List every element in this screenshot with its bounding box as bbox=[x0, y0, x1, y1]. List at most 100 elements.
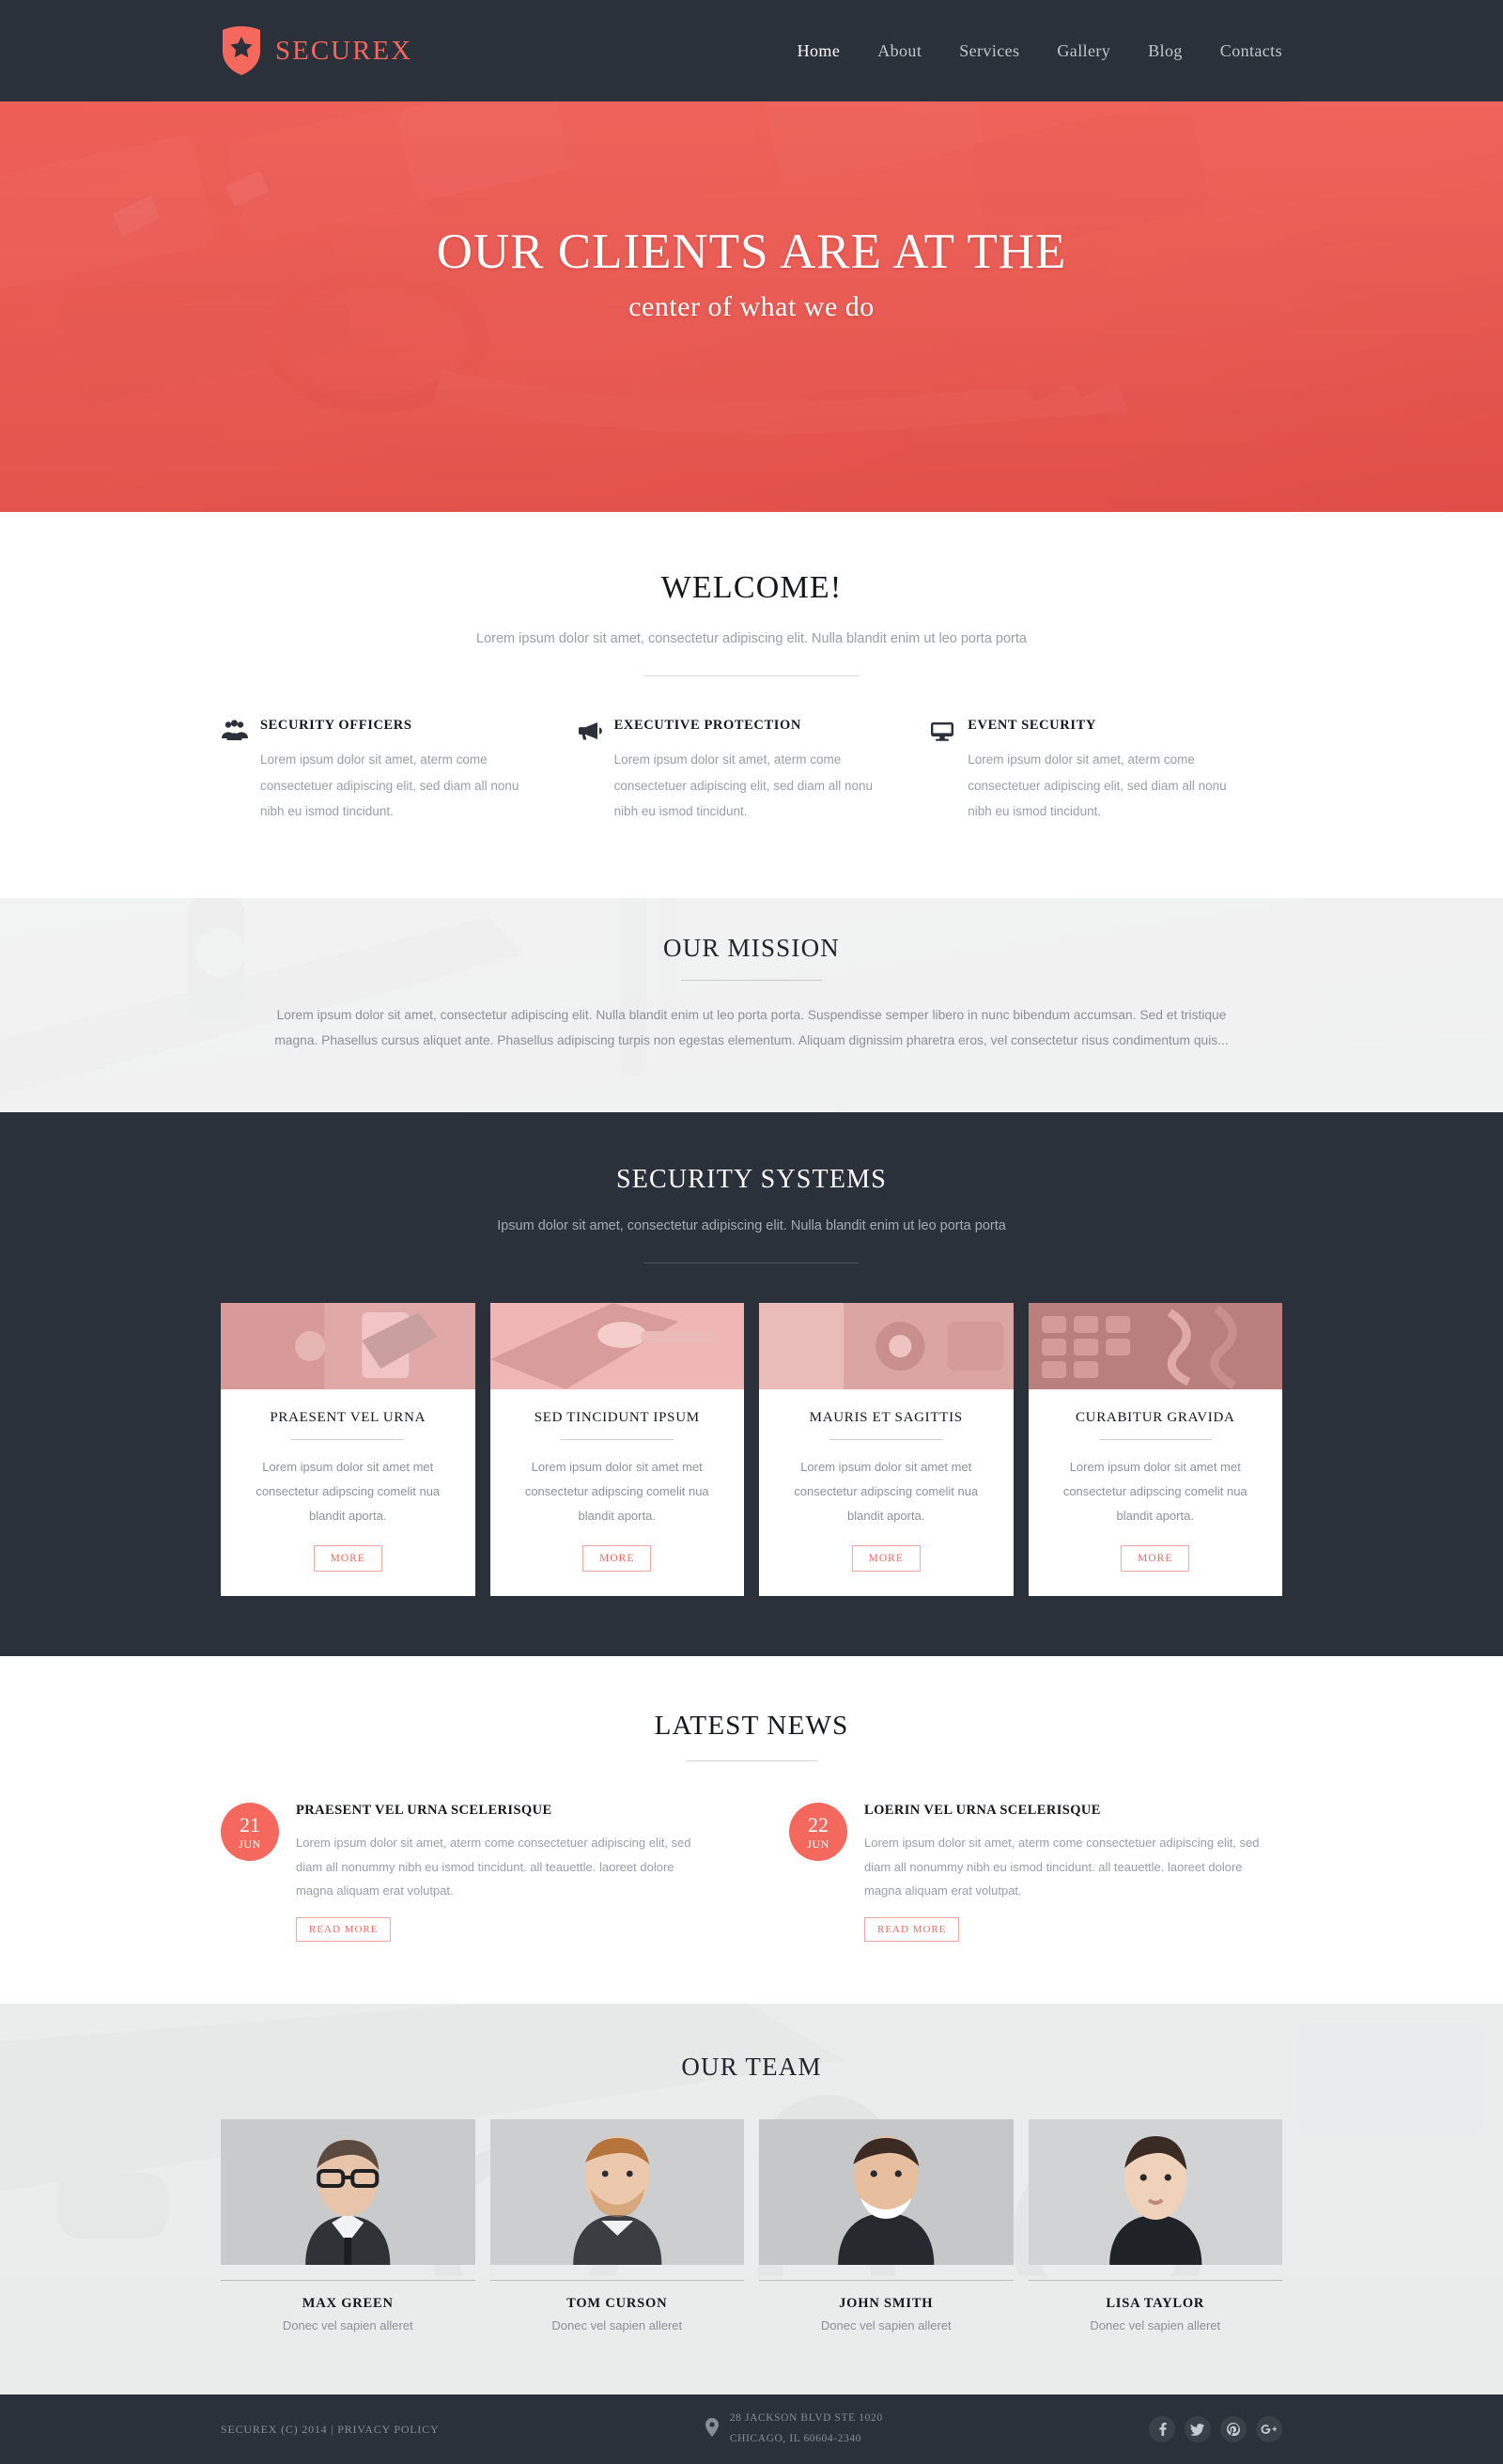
member-divider bbox=[1028, 2280, 1282, 2282]
twitter-icon[interactable] bbox=[1184, 2416, 1211, 2443]
card-text: Lorem ipsum dolor sit amet met consectet… bbox=[1062, 1460, 1247, 1524]
news-excerpt: Lorem ipsum dolor sit amet, aterm come c… bbox=[296, 1836, 691, 1898]
main-navigation: Home About Services Gallery Blog Contact… bbox=[798, 41, 1282, 61]
read-more-button[interactable]: READ MORE bbox=[864, 1917, 960, 1943]
system-card[interactable]: PRAESENT VEL URNA Lorem ipsum dolor sit … bbox=[221, 1303, 475, 1597]
card-thumbnail bbox=[489, 1303, 744, 1390]
member-photo bbox=[759, 2119, 1014, 2266]
nav-item-contacts[interactable]: Contacts bbox=[1220, 41, 1282, 61]
address-line-2: CHICAGO, IL 60604-2340 bbox=[729, 2433, 862, 2445]
news-title: LATEST NEWS bbox=[654, 1711, 849, 1742]
news-day: 21 bbox=[240, 1812, 260, 1836]
card-text: Lorem ipsum dolor sit amet met consectet… bbox=[256, 1460, 441, 1524]
card-title: PRAESENT VEL URNA bbox=[270, 1410, 426, 1426]
address-line-1: 28 JACKSON BLVD STE 1020 bbox=[729, 2412, 883, 2425]
team-grid: MAX GREEN Donec vel sapien alleret TOM C… bbox=[221, 2119, 1282, 2332]
member-photo bbox=[221, 2119, 475, 2266]
news-day: 22 bbox=[808, 1812, 829, 1836]
member-divider bbox=[489, 2280, 744, 2282]
monitor-icon bbox=[928, 718, 968, 825]
more-button[interactable]: MORE bbox=[1121, 1545, 1190, 1573]
news-excerpt: Lorem ipsum dolor sit amet, aterm come c… bbox=[864, 1836, 1260, 1898]
more-button[interactable]: MORE bbox=[582, 1545, 652, 1573]
card-thumbnail bbox=[1028, 1303, 1282, 1390]
news-date-badge: 21 JUN bbox=[221, 1803, 279, 1862]
member-photo bbox=[1028, 2119, 1282, 2266]
nav-item-home[interactable]: Home bbox=[798, 41, 841, 61]
feature-title: SECURITY OFFICERS bbox=[260, 718, 412, 734]
team-member: LISA TAYLOR Donec vel sapien alleret bbox=[1028, 2119, 1282, 2333]
member-divider bbox=[221, 2280, 475, 2282]
member-divider bbox=[759, 2280, 1014, 2282]
megaphone-icon bbox=[575, 718, 614, 825]
logo-text: SECUREX bbox=[275, 35, 413, 66]
mission-divider bbox=[681, 980, 822, 982]
mission-title: OUR MISSION bbox=[663, 934, 840, 963]
news-month: JUN bbox=[807, 1836, 829, 1851]
card-title: MAURIS ET SAGITTIS bbox=[809, 1410, 963, 1426]
feature-text: Lorem ipsum dolor sit amet, aterm come c… bbox=[613, 752, 874, 819]
card-thumbnail bbox=[221, 1303, 475, 1390]
googleplus-icon[interactable] bbox=[1255, 2416, 1282, 2443]
member-name: JOHN SMITH bbox=[839, 2296, 934, 2312]
news-headline[interactable]: PRAESENT VEL URNA SCELERISQUE bbox=[296, 1803, 714, 1819]
our-team-section: OUR TEAM MAX GREEN Donec vel sapien alle… bbox=[0, 2004, 1503, 2395]
member-role: Donec vel sapien alleret bbox=[282, 2318, 413, 2333]
member-role: Donec vel sapien alleret bbox=[551, 2318, 683, 2333]
team-member: MAX GREEN Donec vel sapien alleret bbox=[221, 2119, 475, 2332]
more-button[interactable]: MORE bbox=[851, 1545, 921, 1573]
feature-title: EXECUTIVE PROTECTION bbox=[613, 718, 801, 734]
member-name: MAX GREEN bbox=[302, 2296, 394, 2312]
nav-item-gallery[interactable]: Gallery bbox=[1057, 41, 1110, 61]
latest-news-section: LATEST NEWS 21 JUN PRAESENT VEL URNA SCE… bbox=[0, 1656, 1503, 2005]
site-footer: SECUREX (C) 2014 | PRIVACY POLICY 28 JAC… bbox=[0, 2394, 1503, 2464]
logo-link[interactable]: SECUREX bbox=[221, 26, 412, 75]
security-systems-section: SECURITY SYSTEMS Ipsum dolor sit amet, c… bbox=[0, 1112, 1503, 1657]
pinterest-icon[interactable] bbox=[1219, 2416, 1247, 2443]
news-headline[interactable]: LOERIN VEL URNA SCELERISQUE bbox=[864, 1803, 1282, 1819]
card-thumbnail bbox=[759, 1303, 1014, 1390]
site-header: SECUREX Home About Services Gallery Blog… bbox=[0, 0, 1503, 101]
features-list: SECURITY OFFICERS Lorem ipsum dolor sit … bbox=[221, 718, 1282, 825]
card-divider bbox=[1098, 1439, 1212, 1441]
systems-card-grid: PRAESENT VEL URNA Lorem ipsum dolor sit … bbox=[221, 1303, 1282, 1597]
system-card[interactable]: CURABITUR GRAVIDA Lorem ipsum dolor sit … bbox=[1028, 1303, 1282, 1597]
facebook-icon[interactable] bbox=[1148, 2416, 1175, 2443]
system-card[interactable]: SED TINCIDUNT IPSUM Lorem ipsum dolor si… bbox=[489, 1303, 744, 1597]
welcome-lead: Lorem ipsum dolor sit amet, consectetur … bbox=[476, 631, 1027, 646]
read-more-button[interactable]: READ MORE bbox=[296, 1917, 392, 1943]
welcome-divider bbox=[643, 675, 860, 677]
hero-banner: OUR CLIENTS ARE AT THE center of what we… bbox=[0, 101, 1503, 512]
card-divider bbox=[560, 1439, 674, 1441]
news-date-badge: 22 JUN bbox=[789, 1803, 847, 1862]
card-divider bbox=[829, 1439, 943, 1441]
card-text: Lorem ipsum dolor sit amet met consectet… bbox=[524, 1460, 709, 1524]
hero-title: OUR CLIENTS ARE AT THE bbox=[436, 225, 1067, 280]
copyright-text[interactable]: SECUREX (C) 2014 | PRIVACY POLICY bbox=[221, 2423, 440, 2437]
member-photo bbox=[489, 2119, 744, 2266]
nav-item-services[interactable]: Services bbox=[959, 41, 1019, 61]
nav-item-blog[interactable]: Blog bbox=[1148, 41, 1183, 61]
feature-title: EVENT SECURITY bbox=[968, 718, 1096, 734]
card-title: CURABITUR GRAVIDA bbox=[1075, 1410, 1235, 1426]
page-root: SECUREX Home About Services Gallery Blog… bbox=[0, 0, 1503, 2464]
mission-text: Lorem ipsum dolor sit amet, consectetur … bbox=[274, 1008, 1229, 1047]
nav-item-about[interactable]: About bbox=[877, 41, 922, 61]
card-divider bbox=[291, 1439, 405, 1441]
more-button[interactable]: MORE bbox=[313, 1545, 382, 1573]
card-title: SED TINCIDUNT IPSUM bbox=[534, 1410, 700, 1426]
systems-lead: Ipsum dolor sit amet, consectetur adipis… bbox=[497, 1218, 1006, 1234]
team-member: TOM CURSON Donec vel sapien alleret bbox=[489, 2119, 744, 2333]
feature-event-security: EVENT SECURITY Lorem ipsum dolor sit ame… bbox=[928, 718, 1282, 825]
systems-title: SECURITY SYSTEMS bbox=[615, 1165, 888, 1195]
feature-executive-protection: EXECUTIVE PROTECTION Lorem ipsum dolor s… bbox=[575, 718, 929, 825]
member-role: Donec vel sapien alleret bbox=[1090, 2318, 1221, 2333]
news-divider bbox=[686, 1760, 817, 1762]
team-member: JOHN SMITH Donec vel sapien alleret bbox=[759, 2119, 1014, 2332]
feature-security-officers: SECURITY OFFICERS Lorem ipsum dolor sit … bbox=[221, 718, 575, 825]
system-card[interactable]: MAURIS ET SAGITTIS Lorem ipsum dolor sit… bbox=[759, 1303, 1014, 1597]
news-month: JUN bbox=[239, 1836, 261, 1851]
member-name: TOM CURSON bbox=[566, 2296, 668, 2312]
social-links bbox=[1148, 2416, 1282, 2443]
team-title: OUR TEAM bbox=[681, 2053, 822, 2082]
